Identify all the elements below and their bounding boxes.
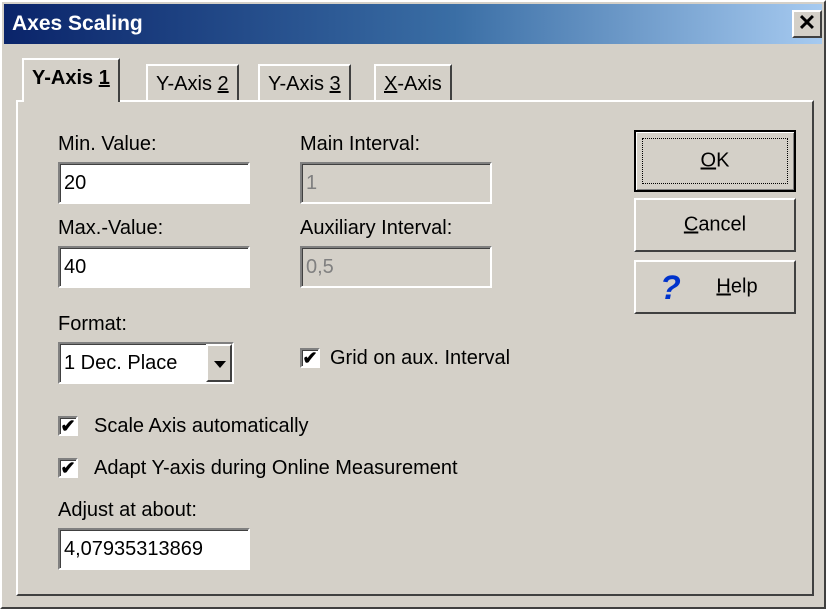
close-icon: ✕ xyxy=(797,10,817,35)
tab-accel: X xyxy=(384,73,398,95)
max-value-input[interactable]: 40 xyxy=(58,246,250,288)
scale-auto-label: Scale Axis automatically xyxy=(94,415,309,437)
min-value-input[interactable]: 20 xyxy=(58,162,250,204)
chevron-down-icon[interactable] xyxy=(206,344,232,382)
tab-x-axis[interactable]: X-Axis xyxy=(374,64,452,104)
main-interval-label: Main Interval: xyxy=(300,133,421,155)
ok-button[interactable]: OK xyxy=(634,130,796,192)
tab-label: Y-Axis xyxy=(32,67,99,89)
check-icon: ✔ xyxy=(60,416,76,436)
cancel-button-label: Cancel xyxy=(636,214,794,237)
tab-accel: 3 xyxy=(329,73,341,95)
ok-accel: O xyxy=(700,149,717,172)
window-title: Axes Scaling xyxy=(12,12,143,35)
grid-aux-checkbox[interactable]: ✔ xyxy=(300,348,320,368)
max-value-label: Max.-Value: xyxy=(58,217,164,239)
adapt-online-checkbox[interactable]: ✔ xyxy=(58,458,78,478)
ok-rest: K xyxy=(716,149,730,172)
help-button-label: Help xyxy=(680,276,794,299)
adjust-input[interactable]: 4,07935313869 xyxy=(58,528,250,570)
question-mark-icon: ? xyxy=(660,269,681,307)
ok-button-label: OK xyxy=(636,150,794,173)
auxiliary-interval-label: Auxiliary Interval: xyxy=(300,217,453,239)
format-selected-value: 1 Dec. Place xyxy=(64,352,178,374)
tab-y-axis-2[interactable]: Y-Axis 2 xyxy=(146,64,239,104)
tab-accel: 1 xyxy=(98,67,110,89)
min-value-label: Min. Value: xyxy=(58,133,157,155)
main-interval-input[interactable]: 1 xyxy=(300,162,492,204)
check-icon: ✔ xyxy=(302,348,318,368)
auxiliary-interval-input[interactable]: 0,5 xyxy=(300,246,492,288)
help-accel: H xyxy=(716,275,731,298)
adapt-online-label: Adapt Y-axis during Online Measurement xyxy=(94,457,458,479)
tab-y-axis-3[interactable]: Y-Axis 3 xyxy=(258,64,351,104)
tab-y-axis-1[interactable]: Y-Axis 1 xyxy=(22,58,120,102)
scale-auto-checkbox[interactable]: ✔ xyxy=(58,416,78,436)
grid-aux-label: Grid on aux. Interval xyxy=(330,347,511,369)
tab-label: -Axis xyxy=(397,73,442,95)
close-button[interactable]: ✕ xyxy=(792,10,822,38)
cancel-rest: ancel xyxy=(698,213,747,236)
axes-scaling-dialog: Axes Scaling ✕ Y-Axis 1 Y-Axis 2 Y-Axis … xyxy=(0,0,826,609)
title-bar[interactable]: Axes Scaling ✕ xyxy=(4,4,822,44)
tab-label: Y-Axis xyxy=(156,73,218,95)
cancel-button[interactable]: Cancel xyxy=(634,198,796,252)
tab-accel: 2 xyxy=(217,73,229,95)
help-rest: elp xyxy=(730,275,758,298)
format-label: Format: xyxy=(58,313,127,335)
check-icon: ✔ xyxy=(60,458,76,478)
format-select[interactable]: 1 Dec. Place xyxy=(58,342,234,384)
cancel-accel: C xyxy=(683,213,699,236)
tab-label: Y-Axis xyxy=(268,73,330,95)
tab-panel: Min. Value: 20 Max.-Value: 40 Main Inter… xyxy=(16,100,814,596)
adjust-label: Adjust at about: xyxy=(58,499,197,521)
help-button[interactable]: ? Help xyxy=(634,260,796,314)
